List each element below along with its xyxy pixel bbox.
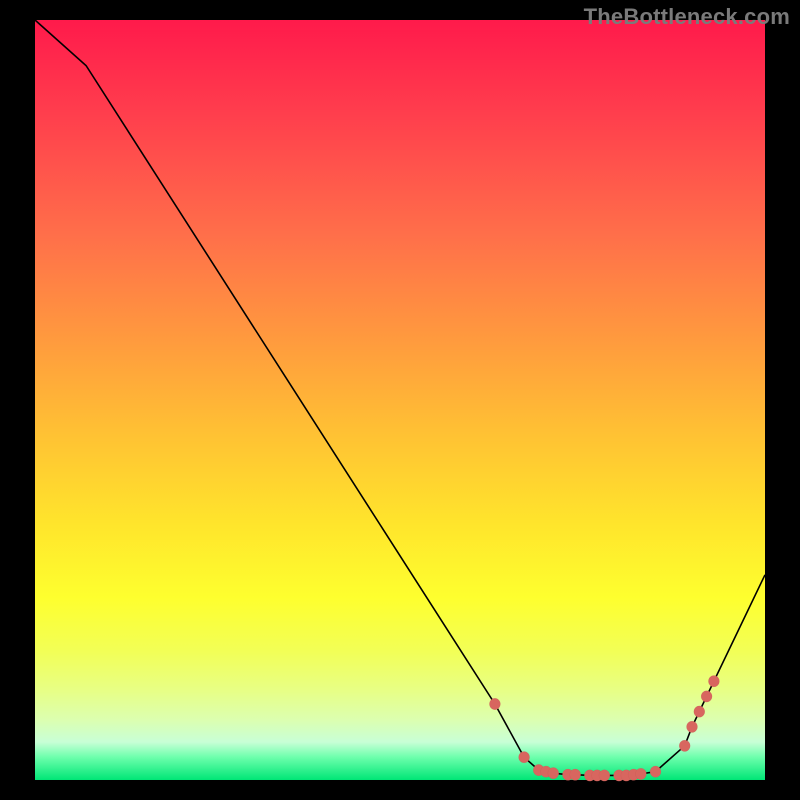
marker-dot [650, 766, 661, 777]
chart-frame: TheBottleneck.com [0, 0, 800, 800]
bottleneck-curve-line [35, 20, 765, 775]
bottom-border [0, 780, 800, 800]
marker-dot [548, 767, 559, 778]
plot-svg [35, 20, 765, 780]
marker-dot [519, 752, 530, 763]
marker-dot [694, 706, 705, 717]
marker-dot [687, 721, 698, 732]
marker-dot [489, 698, 500, 709]
marker-dot [679, 740, 690, 751]
marker-dot [708, 676, 719, 687]
right-border [765, 20, 800, 780]
marker-dots-group [489, 676, 719, 782]
marker-dot [701, 691, 712, 702]
marker-dot [599, 770, 610, 781]
marker-dot [570, 769, 581, 780]
left-border [0, 20, 35, 780]
marker-dot [635, 768, 646, 779]
plot-area [35, 20, 765, 780]
watermark-text: TheBottleneck.com [584, 4, 790, 30]
curve-layer [35, 20, 765, 775]
